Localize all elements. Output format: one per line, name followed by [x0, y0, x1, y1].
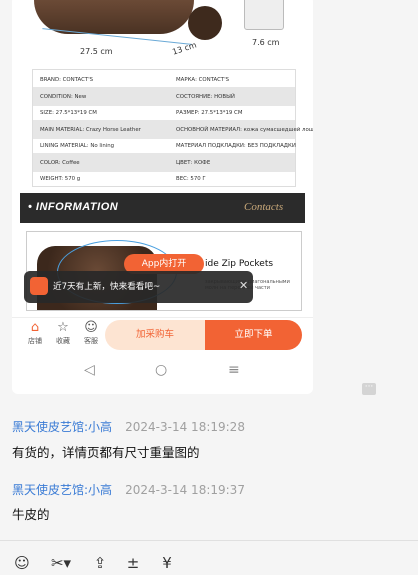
- tab-service-label: 客服: [84, 337, 98, 345]
- brand-logo: Contacts: [244, 201, 284, 213]
- spec-label-en: WEIGHT: 570 g: [40, 176, 81, 182]
- star-icon: ☆: [57, 320, 69, 335]
- sender-name[interactable]: 黑天使皮艺馆:小高: [12, 483, 112, 497]
- buy-now-button[interactable]: 立即下单: [205, 320, 302, 350]
- zip-title: ide Zip Pockets: [205, 259, 274, 269]
- spec-label-ru: ВЕС: 570 Г: [176, 176, 206, 182]
- shared-screenshot[interactable]: 27.5 cm 13 cm 7.6 cm BRAND: CONTACT'S МАР…: [12, 0, 313, 394]
- chat-icon: ☺: [84, 320, 98, 335]
- shop-bag-icon: [30, 277, 48, 295]
- scissors-icon[interactable]: ✂▾: [48, 553, 74, 573]
- spec-label-ru: МАТЕРИАЛ ПОДКЛАДКИ: БЕЗ ПОДКЛАДКИ: [176, 143, 296, 149]
- more-icon[interactable]: ···: [362, 383, 376, 395]
- spec-label-en: MAIN MATERIAL: Crazy Horse Leather: [40, 126, 141, 133]
- tab-service[interactable]: ☺ 客服: [79, 320, 103, 346]
- information-banner: • INFORMATION Contacts: [20, 193, 305, 223]
- spec-label-en: LINING MATERIAL: No lining: [40, 143, 115, 149]
- divider: [0, 540, 418, 541]
- dim-depth: 7.6 cm: [252, 38, 280, 47]
- bag-end-illustration: [188, 6, 222, 40]
- home-icon[interactable]: ○: [155, 362, 167, 378]
- new-arrivals-banner[interactable]: 近7天有上新，快来看看吧~ ✕: [24, 271, 253, 303]
- spec-row: WEIGHT: 570 g ВЕС: 570 Г: [33, 169, 295, 188]
- sender-name[interactable]: 黑天使皮艺馆:小高: [12, 420, 112, 434]
- tab-shop[interactable]: ⌂ 店铺: [23, 320, 47, 346]
- information-title: • INFORMATION: [28, 201, 119, 213]
- spec-label-ru: ЦВЕТ: КОФЕ: [176, 159, 211, 166]
- message-time: 2024-3-14 18:19:37: [125, 483, 245, 497]
- spec-label-ru: СОСТОЯНИЕ: НОВЫЙ: [176, 93, 235, 100]
- product-image: 27.5 cm 13 cm 7.6 cm: [12, 0, 313, 66]
- close-icon[interactable]: ✕: [239, 279, 248, 292]
- upload-icon[interactable]: ⇪: [90, 553, 110, 573]
- menu-icon[interactable]: ≡: [228, 362, 240, 378]
- message-time: 2024-3-14 18:19:28: [125, 420, 245, 434]
- add-to-cart-button[interactable]: 加采购车: [105, 320, 205, 350]
- shop-icon: ⌂: [30, 320, 40, 335]
- spec-label-en: SIZE: 27.5*13*19 CM: [40, 110, 97, 116]
- dim-length: 27.5 cm: [80, 47, 113, 56]
- formula-icon[interactable]: ±: [123, 553, 143, 573]
- message-header: 黑天使皮艺馆:小高 2024-3-14 18:19:37: [12, 479, 245, 498]
- spec-label-ru: РАЗМЕР: 27.5*13*19 CM: [176, 110, 243, 116]
- banner-text: 近7天有上新，快来看看吧~: [53, 282, 161, 292]
- tab-favorite[interactable]: ☆ 收藏: [51, 320, 75, 346]
- spec-label-ru: МАРКА: CONTACT'S: [176, 77, 230, 83]
- back-icon[interactable]: ◁: [84, 362, 95, 378]
- tab-shop-label: 店铺: [28, 337, 42, 345]
- tab-favorite-label: 收藏: [56, 337, 70, 345]
- spec-label-en: COLOR: Coffee: [40, 159, 80, 166]
- message-text: 有货的，详情页都有尺寸重量图的: [12, 445, 200, 460]
- spec-label-en: BRAND: CONTACT'S: [40, 77, 94, 83]
- spec-label-en: CONDITION: New: [40, 93, 87, 100]
- android-nav-bar: ◁ ○ ≡: [12, 362, 313, 392]
- spec-table: BRAND: CONTACT'S МАРКА: CONTACT'S CONDITIO…: [32, 69, 313, 188]
- side-view-illustration: [244, 0, 284, 30]
- spec-label-ru: ОСНОВНОЙ МАТЕРИАЛ: кожа сумасшедшей лоша…: [176, 126, 313, 133]
- yuan-icon[interactable]: ¥: [157, 553, 177, 573]
- message-header: 黑天使皮艺馆:小高 2024-3-14 18:19:28: [12, 416, 245, 435]
- message-text: 牛皮的: [12, 507, 50, 522]
- emoji-icon[interactable]: ☺: [12, 553, 32, 573]
